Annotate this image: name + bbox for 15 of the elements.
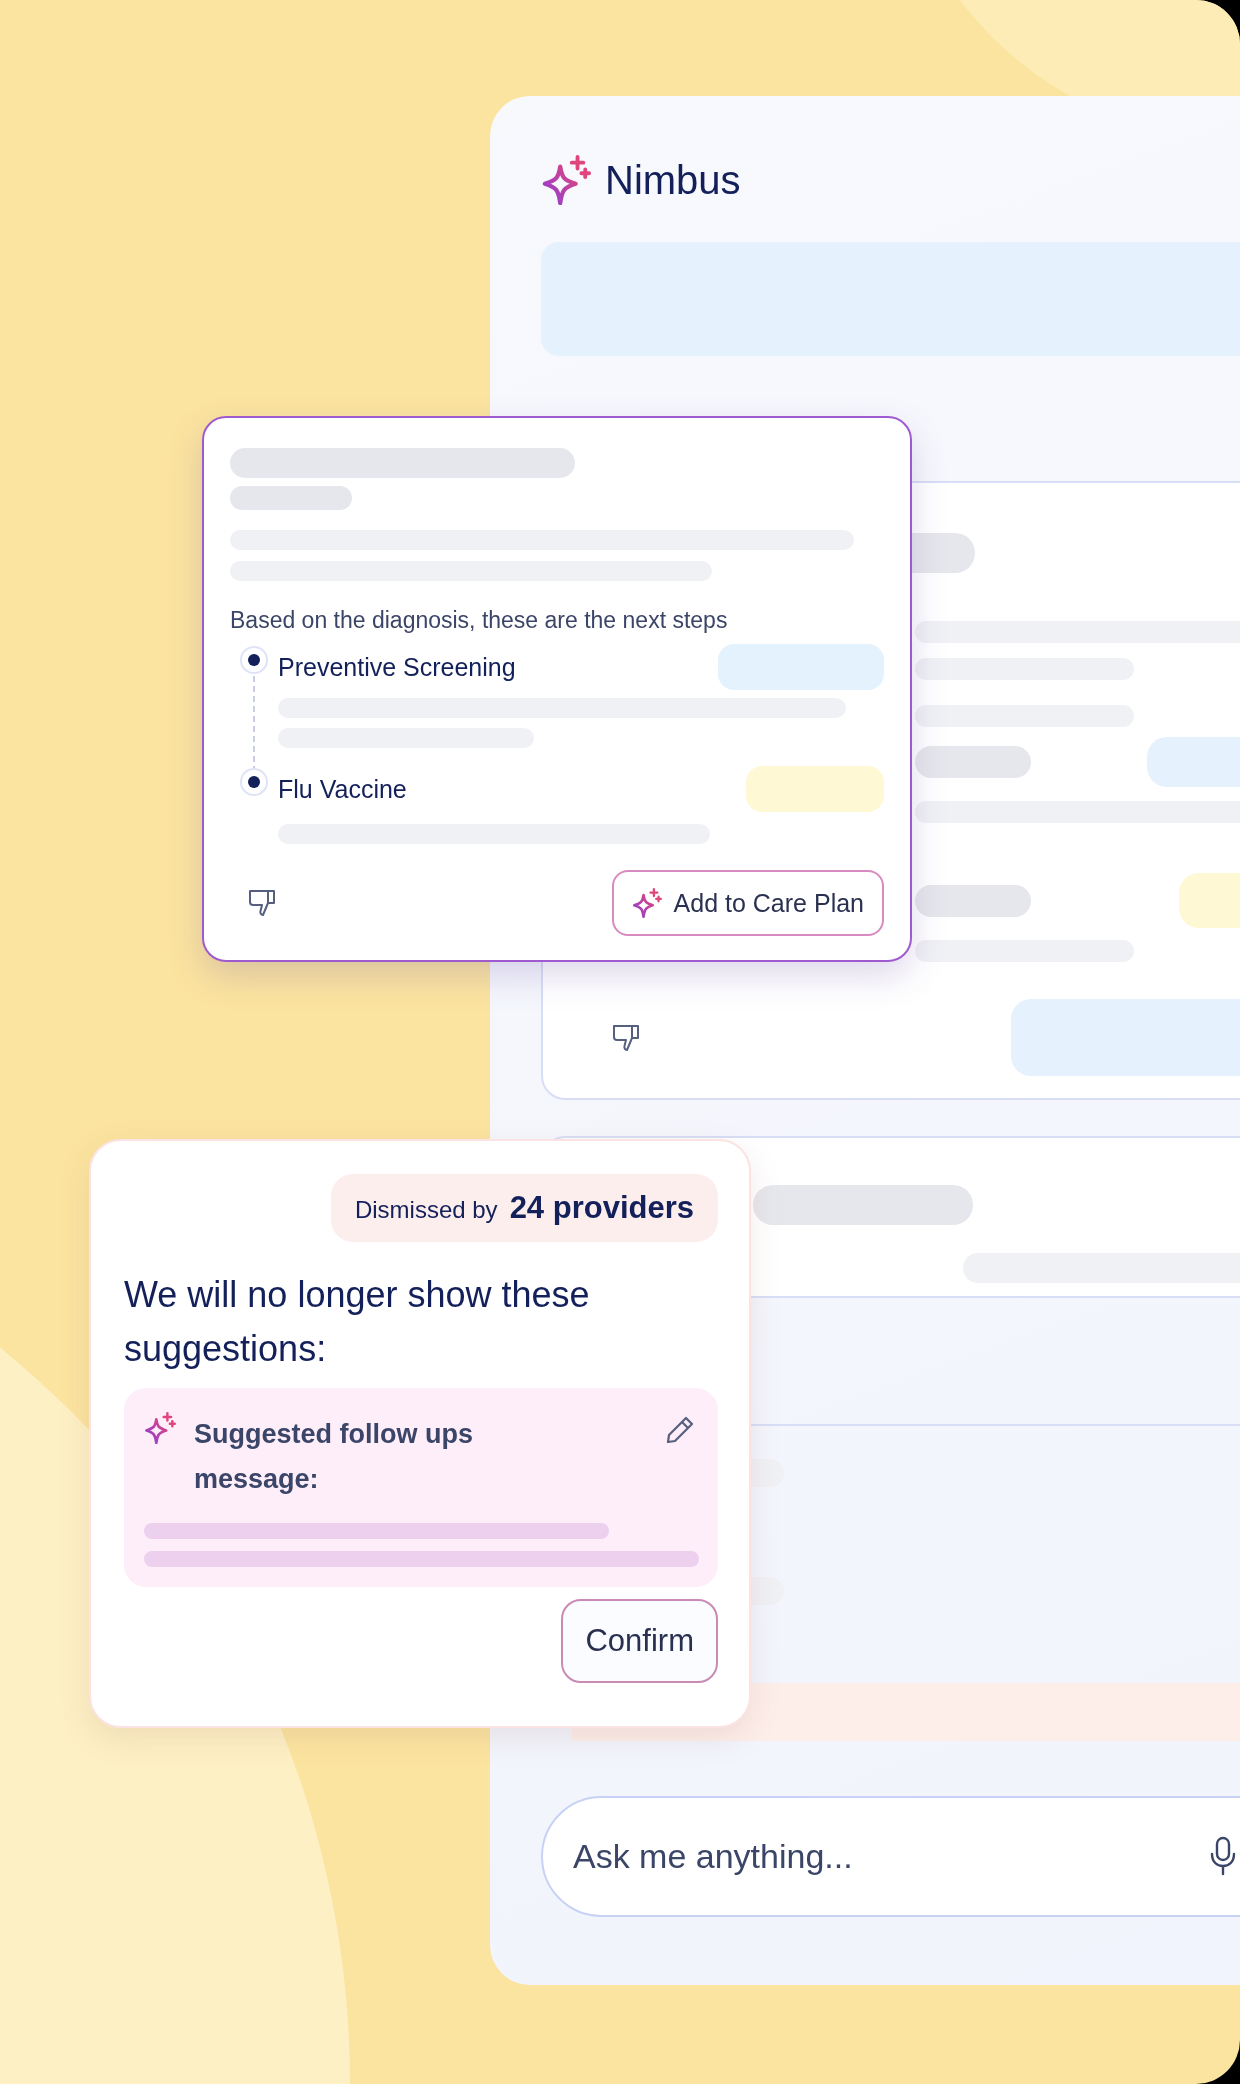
provider-count: 24 providers (509, 1190, 694, 1226)
sparkle-icon (631, 888, 662, 918)
step-title: Flu Vaccine (278, 774, 407, 804)
dismiss-message: We will no longer show these suggestions: (124, 1273, 591, 1371)
sparkle-icon (144, 1412, 176, 1444)
intro-text: Based on the diagnosis, these are the next steps (230, 607, 729, 634)
app-name: Nimbus (605, 157, 741, 203)
add-to-care-plan-button[interactable]: Add to Care Plan (611, 870, 884, 936)
confirm-button[interactable]: Confirm (561, 1599, 718, 1684)
step-title: Preventive Screening (278, 652, 516, 682)
input-field[interactable]: Ask me anything... (541, 1796, 1240, 1917)
microphone-icon[interactable] (1210, 1836, 1236, 1876)
badge-label: Dismissed by (354, 1196, 498, 1224)
sparkle-icon (541, 155, 591, 205)
suggestion-title: Suggested follow ups message: (194, 1418, 474, 1496)
